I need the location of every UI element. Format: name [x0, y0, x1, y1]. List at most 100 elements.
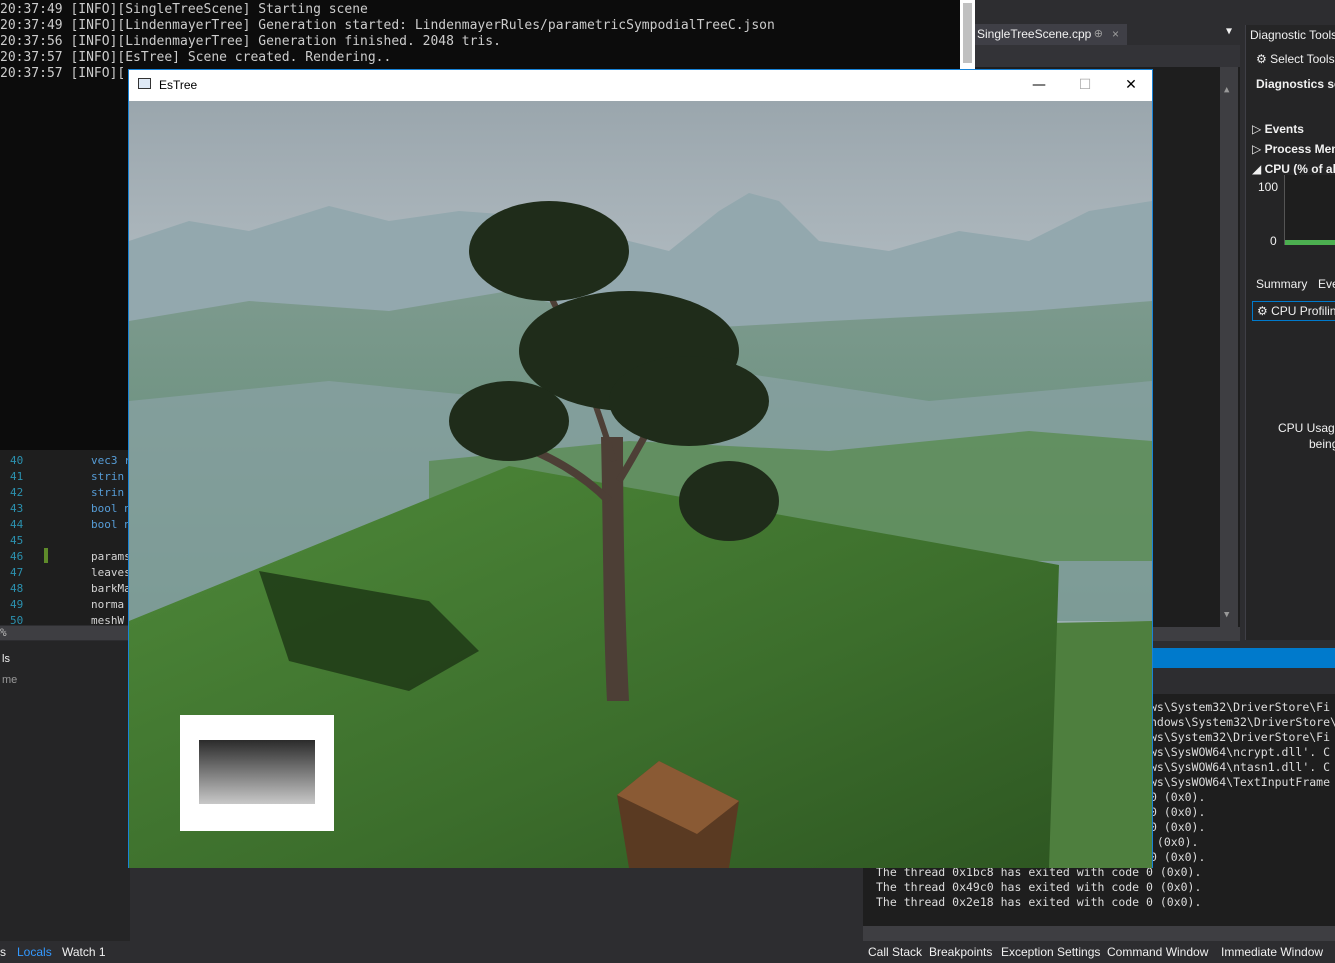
panel-title: ls: [2, 653, 10, 665]
gear-icon: ⚙: [1256, 52, 1267, 66]
tab-summary[interactable]: Summary: [1256, 277, 1307, 291]
line-number: 47: [10, 566, 24, 579]
tab-exception-settings[interactable]: Exception Settings: [1001, 941, 1100, 963]
tab-single-tree-scene[interactable]: SingleTreeScene.cpp ⊕ ×: [975, 24, 1127, 45]
output-line: 0 (0x0).: [1150, 850, 1206, 864]
minimize-button[interactable]: —: [1016, 70, 1062, 100]
estree-window[interactable]: EsTree — ☐ ✕: [128, 69, 1153, 868]
console-line: 20:37:57 [INFO][: [0, 66, 126, 81]
render-viewport[interactable]: [129, 101, 1152, 868]
console-line: 20:37:56 [INFO][LindenmayerTree] Generat…: [0, 34, 501, 49]
cpu-graph: [1284, 175, 1335, 245]
tab-label: SingleTreeScene.cpp: [977, 27, 1092, 41]
select-tools-button[interactable]: ⚙ Select Tools: [1256, 52, 1335, 66]
tab-events[interactable]: Eve: [1318, 277, 1335, 291]
events-label: Events: [1264, 122, 1304, 136]
maximize-button[interactable]: ☐: [1062, 70, 1108, 100]
code-line: leaves: [91, 566, 131, 579]
line-number: 46: [10, 550, 24, 563]
cpu-profiling-button[interactable]: ⚙ CPU Profilin: [1252, 301, 1335, 321]
window-title: EsTree: [159, 78, 198, 92]
collapse-icon: ◢: [1252, 162, 1262, 176]
being-text: being: [1309, 437, 1335, 451]
output-line: ndows\System32\DriverStore\: [1150, 715, 1335, 729]
change-marker: [44, 548, 48, 563]
tab-call-stack[interactable]: Call Stack: [868, 941, 922, 963]
output-line: ws\System32\DriverStore\Fi: [1150, 730, 1331, 744]
output-horizontal-scrollbar[interactable]: [863, 926, 1335, 941]
console-line: 20:37:49 [INFO][LindenmayerTree] Generat…: [0, 18, 775, 33]
expand-icon: ▷: [1252, 122, 1262, 136]
expand-icon: ▷: [1252, 142, 1262, 156]
editor-vertical-scrollbar[interactable]: ▲ ▼: [1220, 67, 1238, 627]
console-line: 20:37:57 [INFO][EsTree] Scene created. R…: [0, 50, 392, 65]
scroll-down-icon[interactable]: ▼: [1224, 610, 1229, 620]
line-number: 45: [10, 534, 24, 547]
locals-panel: ls me: [0, 641, 130, 941]
line-number: 42: [10, 486, 24, 499]
cpu-usage-text: CPU Usage: [1278, 421, 1335, 435]
zoom-control[interactable]: %: [0, 626, 130, 640]
code-line: bool n: [91, 502, 131, 515]
tab-breakpoints[interactable]: Breakpoints: [929, 941, 992, 963]
tab-immediate-window[interactable]: Immediate Window: [1221, 941, 1323, 963]
cpu-row[interactable]: ◢ CPU (% of all: [1252, 162, 1335, 176]
tab-watch-1[interactable]: Watch 1: [62, 941, 106, 963]
output-line: ws\SysWOW64\ncrypt.dll'. C: [1150, 745, 1331, 759]
line-number: 48: [10, 582, 24, 595]
line-number: 41: [10, 470, 24, 483]
tab-command-window[interactable]: Command Window: [1107, 941, 1208, 963]
code-line: vec3 r: [91, 454, 131, 467]
zoom-label[interactable]: %: [0, 626, 7, 639]
output-toolbar: [1150, 668, 1335, 694]
code-line: params: [91, 550, 131, 563]
cpu-profiling-label: CPU Profilin: [1271, 304, 1335, 318]
tab-locals[interactable]: Locals: [17, 941, 52, 963]
depth-texture: [199, 740, 315, 804]
cpu-max-label: 100: [1258, 180, 1279, 194]
output-line: ws\SysWOW64\ntasn1.dll'. C: [1150, 760, 1331, 774]
events-row[interactable]: ▷ Events: [1252, 122, 1304, 136]
line-number: 43: [10, 502, 24, 515]
diagnostic-tools-panel: Diagnostic Tools ⚙ Select Tools Diagnost…: [1245, 25, 1335, 640]
code-line: strin: [91, 486, 125, 499]
output-line: The thread 0x49c0 has exited with code 0…: [876, 880, 1202, 894]
code-line: bool n: [91, 518, 131, 531]
tab-partial[interactable]: s: [0, 941, 6, 963]
scroll-up-icon[interactable]: ▲: [1224, 85, 1229, 95]
pin-icon[interactable]: ⊕: [1094, 24, 1103, 45]
bottom-tab-bar: s Locals Watch 1 Call Stack Breakpoints …: [0, 941, 1335, 959]
cpu-label: CPU (% of all: [1264, 162, 1335, 176]
window-title-bar[interactable]: EsTree — ☐ ✕: [129, 70, 1152, 100]
output-line: 0 (0x0).: [1150, 790, 1206, 804]
cpu-chip-icon: ⚙: [1257, 304, 1268, 318]
session-label: Diagnostics se: [1256, 77, 1335, 91]
line-number: 40: [10, 454, 24, 467]
left-code-editor[interactable]: 40 41 42 43 44 45 46 47 48 49 50 vec3 r …: [0, 450, 131, 627]
output-line: 0 (0x0).: [1150, 820, 1206, 834]
output-line: 0 (0x0).: [1150, 805, 1206, 819]
output-line: The thread 0x2e18 has exited with code 0…: [876, 895, 1202, 909]
output-line: (0x0).: [1150, 835, 1199, 849]
close-icon[interactable]: ×: [1112, 24, 1119, 45]
process-memory-row[interactable]: ▷ Process Mem: [1252, 142, 1335, 156]
code-line: norma: [91, 598, 125, 611]
select-tools-label: Select Tools: [1270, 52, 1335, 66]
panel-title: Diagnostic Tools: [1250, 28, 1335, 42]
process-memory-label: Process Mem: [1264, 142, 1335, 156]
editor-tab-strip: SingleTreeScene.cpp ⊕ × ▼: [975, 20, 1240, 45]
code-line: strin: [91, 470, 125, 483]
line-number: 49: [10, 598, 24, 611]
line-number: 44: [10, 518, 24, 531]
scroll-thumb[interactable]: [963, 3, 972, 63]
editor-horizontal-scrollbar[interactable]: [1150, 627, 1240, 641]
output-title-bar: [1150, 648, 1335, 668]
cpu-min-label: 0: [1270, 234, 1277, 248]
app-icon: [138, 78, 151, 89]
navigation-bar[interactable]: [975, 45, 1240, 68]
chevron-down-icon[interactable]: ▼: [1226, 26, 1232, 37]
column-header: me: [2, 674, 18, 686]
close-button[interactable]: ✕: [1108, 70, 1154, 100]
shadow-map-preview: [180, 715, 334, 831]
console-line: 20:37:49 [INFO][SingleTreeScene] Startin…: [0, 2, 368, 17]
